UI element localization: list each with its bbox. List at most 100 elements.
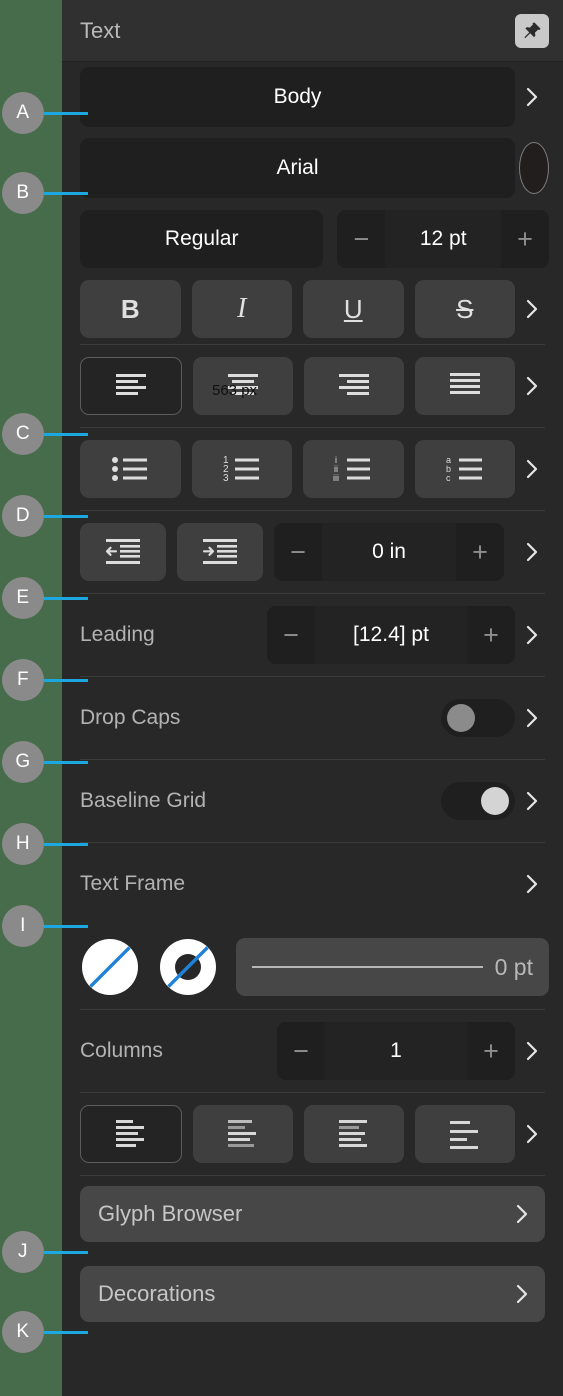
- paragraph-style-select[interactable]: Body: [80, 67, 515, 127]
- list-button-group: 1 2 3 i ii iii a b c: [80, 440, 515, 498]
- drop-caps-toggle[interactable]: [441, 699, 515, 737]
- fill-swatch-button[interactable]: [80, 937, 140, 997]
- valign-middle-icon: [228, 1120, 256, 1147]
- baseline-grid-row: Baseline Grid: [62, 760, 563, 842]
- vertical-alignment-row: [62, 1093, 563, 1175]
- list-more-chevron-icon[interactable]: [515, 457, 549, 481]
- callout-bubble-label: D: [2, 495, 44, 537]
- columns-label: Columns: [80, 1039, 163, 1062]
- alignment-more-chevron-icon[interactable]: [515, 374, 549, 398]
- svg-text:iii: iii: [333, 473, 339, 483]
- indent-more-chevron-icon[interactable]: [515, 540, 549, 564]
- page-title: Text: [80, 17, 121, 43]
- format-button-group: B I U S: [80, 280, 515, 338]
- decorations-chevron-icon: [505, 1282, 539, 1306]
- callout-bubble-label: I: [2, 905, 44, 947]
- leading-row: Leading − [12.4] pt +: [62, 594, 563, 676]
- valign-bottom-button[interactable]: [304, 1105, 404, 1163]
- indent-decrease-button[interactable]: −: [274, 523, 322, 581]
- stroke-width-control[interactable]: 0 pt: [236, 938, 549, 996]
- callout-leader-line: [44, 111, 88, 115]
- screenshot-stage: Text Body Arial Regular − 12 pt + B I U …: [0, 0, 563, 1396]
- increase-indent-icon: [202, 539, 237, 564]
- indent-value[interactable]: 0 in: [322, 523, 456, 581]
- columns-value[interactable]: 1: [325, 1022, 467, 1080]
- svg-text:c: c: [446, 473, 451, 483]
- valign-middle-button[interactable]: [193, 1105, 293, 1163]
- leading-increase-button[interactable]: +: [467, 606, 515, 664]
- indent-increase-button[interactable]: +: [456, 523, 504, 581]
- align-justify-button[interactable]: [415, 357, 515, 415]
- strikethrough-button[interactable]: S: [414, 280, 515, 338]
- bullet-list-button[interactable]: [80, 440, 181, 498]
- pushpin-icon: [524, 21, 541, 38]
- stroke-swatch-button[interactable]: [158, 937, 218, 997]
- font-family-select[interactable]: Arial: [80, 138, 515, 198]
- font-size-decrease-button[interactable]: −: [337, 210, 386, 268]
- callout-bubble-label: H: [2, 823, 44, 865]
- callout-bubble-label: F: [2, 659, 44, 701]
- columns-row: Columns − 1 +: [62, 1010, 563, 1092]
- leading-decrease-button[interactable]: −: [267, 606, 315, 664]
- increase-indent-button[interactable]: [177, 523, 263, 581]
- font-size-increase-button[interactable]: +: [501, 210, 549, 268]
- callout-bubble-label: K: [2, 1311, 44, 1353]
- size-watermark: 563 px: [212, 382, 258, 399]
- columns-stepper: − 1 +: [277, 1022, 515, 1080]
- font-style-select[interactable]: Regular: [80, 210, 324, 268]
- align-right-button[interactable]: [304, 357, 404, 415]
- pin-button[interactable]: [515, 13, 549, 48]
- text-frame-row[interactable]: Text Frame: [62, 843, 563, 925]
- callout-leader-line: [44, 842, 88, 846]
- numbered-list-button[interactable]: 1 2 3: [191, 440, 292, 498]
- valign-bottom-icon: [339, 1120, 367, 1147]
- callout-leader-line: [44, 1330, 88, 1334]
- alignment-button-group: [80, 357, 515, 415]
- align-left-button[interactable]: [80, 357, 182, 415]
- bold-button[interactable]: B: [80, 280, 181, 338]
- roman-list-button[interactable]: i ii iii: [303, 440, 404, 498]
- format-more-chevron-icon[interactable]: [515, 297, 549, 321]
- font-size-value[interactable]: 12 pt: [385, 210, 501, 268]
- callout-bubble-label: E: [2, 577, 44, 619]
- callout-leader-line: [44, 924, 88, 928]
- bullet-list-icon: [112, 457, 148, 481]
- font-color-swatch[interactable]: [519, 142, 549, 194]
- paragraph-style-row: Body: [62, 62, 563, 132]
- callout-leader-line: [44, 760, 88, 764]
- leading-value[interactable]: [12.4] pt: [315, 606, 467, 664]
- valign-justify-button[interactable]: [415, 1105, 515, 1163]
- glyph-browser-button[interactable]: Glyph Browser: [80, 1186, 545, 1242]
- baseline-grid-toggle[interactable]: [441, 782, 515, 820]
- align-left-icon: [116, 374, 146, 395]
- drop-caps-label: Drop Caps: [80, 706, 181, 729]
- paragraph-style-chevron-icon[interactable]: [515, 85, 549, 109]
- leading-stepper: − [12.4] pt +: [267, 606, 515, 664]
- columns-increase-button[interactable]: +: [467, 1022, 515, 1080]
- underline-button[interactable]: U: [303, 280, 404, 338]
- fill-none-icon: [82, 939, 138, 995]
- align-right-icon: [339, 374, 369, 395]
- vertical-alignment-chevron-icon[interactable]: [515, 1122, 549, 1146]
- callout-bubble-label: G: [2, 741, 44, 783]
- indent-row: − 0 in +: [62, 511, 563, 593]
- align-justify-icon: [450, 373, 480, 394]
- callout-bubble-label: C: [2, 413, 44, 455]
- format-buttons-row: B I U S: [62, 274, 563, 344]
- leading-label: Leading: [80, 623, 155, 646]
- alignment-row: [62, 345, 563, 427]
- italic-button[interactable]: I: [191, 280, 292, 338]
- valign-justify-icon: [450, 1121, 478, 1149]
- stroke-preview-line: [252, 966, 483, 968]
- columns-decrease-button[interactable]: −: [277, 1022, 325, 1080]
- leading-more-chevron-icon[interactable]: [515, 623, 549, 647]
- alpha-list-button[interactable]: a b c: [414, 440, 515, 498]
- decrease-indent-button[interactable]: [80, 523, 166, 581]
- decorations-button[interactable]: Decorations: [80, 1266, 545, 1322]
- text-frame-chevron-icon[interactable]: [515, 872, 549, 896]
- baseline-grid-chevron-icon[interactable]: [515, 789, 549, 813]
- columns-chevron-icon[interactable]: [515, 1039, 549, 1063]
- valign-top-button[interactable]: [80, 1105, 182, 1163]
- drop-caps-chevron-icon[interactable]: [515, 706, 549, 730]
- stroke-none-icon: [160, 939, 216, 995]
